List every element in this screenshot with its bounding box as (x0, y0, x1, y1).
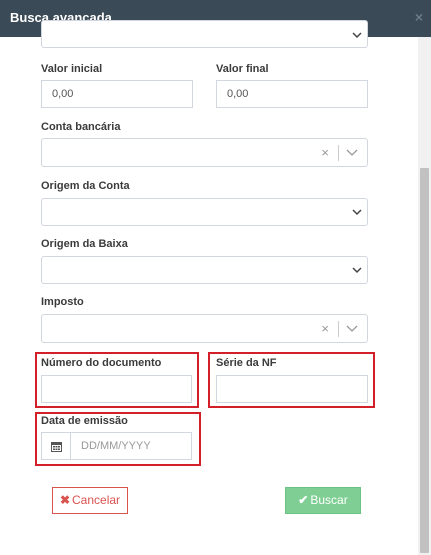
conta-bancaria-label: Conta bancária (41, 121, 121, 133)
origem-baixa-label: Origem da Baixa (41, 238, 128, 250)
origem-conta-label: Origem da Conta (41, 180, 130, 192)
imposto-label: Imposto (41, 296, 84, 308)
valor-final-input[interactable]: 0,00 (216, 80, 368, 108)
origem-conta-select[interactable] (41, 198, 368, 226)
data-emissao-input[interactable]: DD/MM/YYYY (70, 432, 192, 460)
serie-nf-input[interactable] (216, 375, 368, 403)
chevron-down-icon (352, 32, 362, 39)
numero-documento-label: Número do documento (41, 357, 162, 369)
valor-inicial-label: Valor inicial (41, 63, 103, 75)
valor-final-label: Valor final (216, 63, 269, 75)
close-icon[interactable]: × (415, 9, 423, 25)
select-separator (338, 145, 339, 161)
previous-select[interactable] (41, 20, 368, 48)
chevron-down-icon (352, 267, 362, 274)
chevron-down-icon[interactable] (346, 145, 358, 159)
data-emissao-label: Data de emissão (41, 415, 128, 427)
conta-bancaria-select[interactable]: × (41, 138, 368, 167)
imposto-select[interactable]: × (41, 314, 368, 343)
calendar-addon[interactable] (41, 432, 70, 460)
x-icon: ✖ (59, 493, 71, 507)
chevron-down-icon (352, 209, 362, 216)
clear-icon[interactable]: × (321, 321, 329, 336)
search-button-label: Buscar (310, 493, 348, 507)
scrollbar-thumb[interactable] (420, 168, 429, 553)
select-separator (338, 321, 339, 337)
chevron-down-icon[interactable] (346, 321, 358, 335)
search-button[interactable]: ✔ Buscar (285, 487, 361, 514)
calendar-icon (51, 442, 62, 452)
clear-icon[interactable]: × (321, 145, 329, 160)
origem-baixa-select[interactable] (41, 256, 368, 284)
check-icon: ✔ (298, 493, 309, 507)
cancel-button[interactable]: ✖ Cancelar (52, 487, 128, 514)
valor-inicial-input[interactable]: 0,00 (41, 80, 193, 108)
cancel-button-label: Cancelar (72, 493, 121, 507)
serie-nf-label: Série da NF (216, 357, 277, 369)
numero-documento-input[interactable] (41, 375, 192, 403)
